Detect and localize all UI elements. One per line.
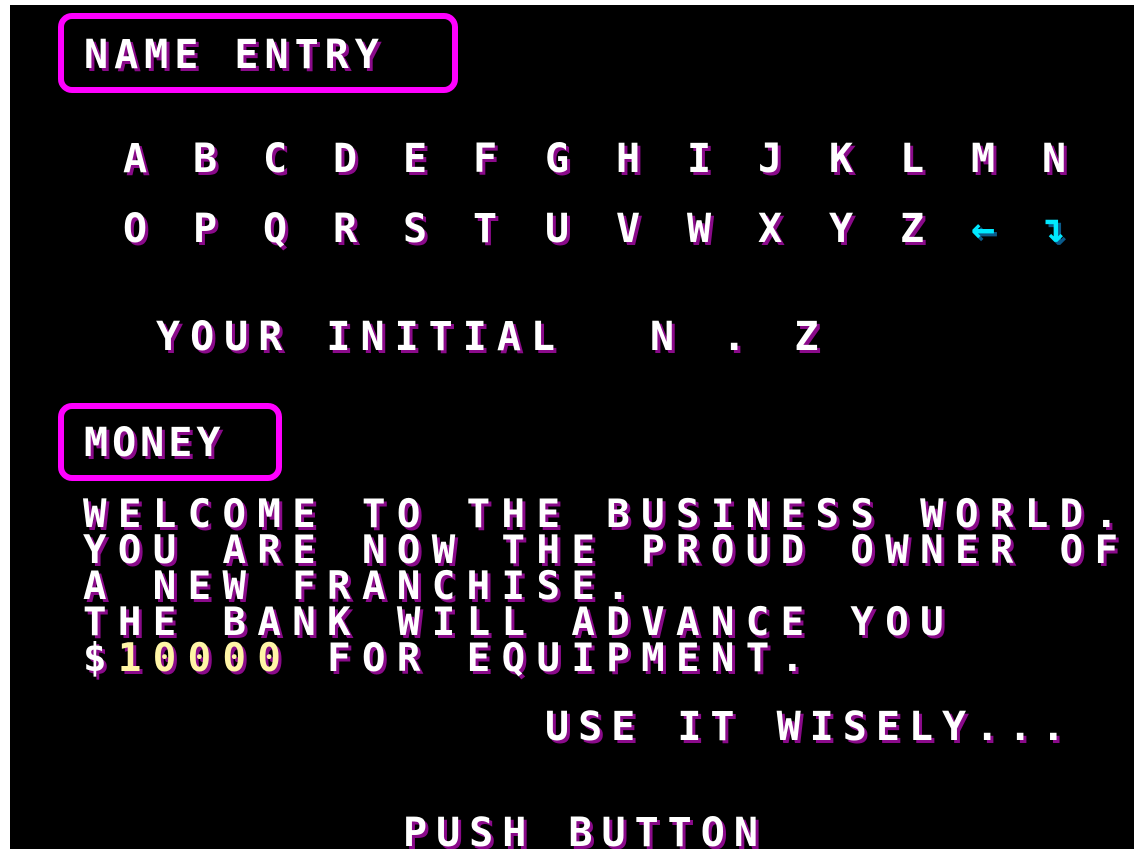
letter-key[interactable]: H (602, 139, 654, 179)
letter-key[interactable]: N (1028, 139, 1080, 179)
letter-key[interactable]: Z (886, 209, 938, 249)
currency-symbol: $ (83, 636, 118, 681)
letter-key[interactable]: B (179, 139, 231, 179)
message-line-5-rest: FOR EQUIPMENT. (292, 636, 816, 681)
letter-key[interactable]: I (673, 139, 725, 179)
letter-key[interactable]: Y (815, 209, 867, 249)
letter-key[interactable]: P (179, 209, 231, 249)
game-screen: NAME ENTRY A B C D E F G H I J K L M N O… (10, 5, 1134, 849)
letter-key[interactable]: D (319, 139, 371, 179)
advice-text: USE IT WISELY... (545, 704, 1075, 750)
backspace-arrow-icon[interactable]: ← (957, 209, 1009, 249)
push-button-prompt[interactable]: PUSH BUTTON (403, 813, 767, 849)
letter-key[interactable]: L (886, 139, 938, 179)
letter-key[interactable]: W (673, 209, 725, 249)
letter-key[interactable]: S (389, 209, 441, 249)
money-frame: MONEY (58, 403, 282, 481)
message-line-5: $10000 FOR EQUIPMENT. (83, 639, 816, 678)
letter-key[interactable]: J (744, 139, 796, 179)
letter-key[interactable]: V (602, 209, 654, 249)
letter-key[interactable]: R (319, 209, 371, 249)
letter-key[interactable]: E (389, 139, 441, 179)
letter-key[interactable]: U (531, 209, 583, 249)
end-arrow-icon[interactable]: ↴ (1028, 209, 1080, 249)
letter-key[interactable]: K (815, 139, 867, 179)
letter-key[interactable]: F (459, 139, 511, 179)
letter-key[interactable]: C (249, 139, 301, 179)
initial-value: N . Z (650, 314, 831, 360)
money-title: MONEY (84, 420, 225, 466)
letter-key[interactable]: M (957, 139, 1009, 179)
loan-amount: 10000 (117, 636, 293, 681)
letter-key[interactable]: A (109, 139, 161, 179)
letter-key[interactable]: O (109, 209, 161, 249)
letter-key[interactable]: G (531, 139, 583, 179)
name-entry-title: NAME ENTRY (84, 32, 385, 78)
initial-label: YOUR INITIAL (156, 314, 565, 360)
name-entry-frame: NAME ENTRY (58, 13, 458, 93)
letter-key[interactable]: T (459, 209, 511, 249)
letter-key[interactable]: X (744, 209, 796, 249)
letter-key[interactable]: Q (249, 209, 301, 249)
